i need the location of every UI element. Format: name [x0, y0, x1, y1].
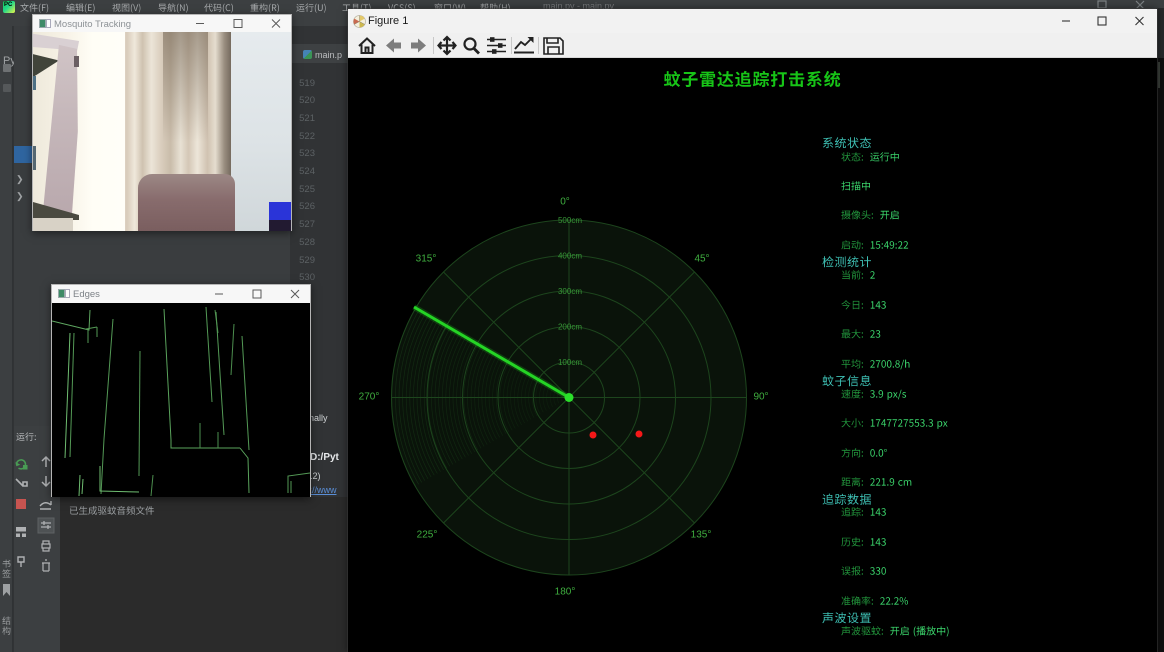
svg-text:500cm: 500cm [558, 216, 582, 225]
svg-text:0°: 0° [560, 197, 570, 208]
svg-text:135°: 135° [691, 530, 712, 541]
svg-text:180°: 180° [555, 587, 576, 598]
svg-text:225°: 225° [417, 530, 438, 541]
svg-text:90°: 90° [753, 392, 768, 403]
svg-text:400cm: 400cm [558, 252, 582, 261]
svg-text:100cm: 100cm [558, 358, 582, 367]
svg-text:200cm: 200cm [558, 323, 582, 332]
svg-text:45°: 45° [694, 254, 709, 265]
svg-text:270°: 270° [359, 392, 380, 403]
svg-text:300cm: 300cm [558, 287, 582, 296]
svg-text:315°: 315° [416, 254, 437, 265]
